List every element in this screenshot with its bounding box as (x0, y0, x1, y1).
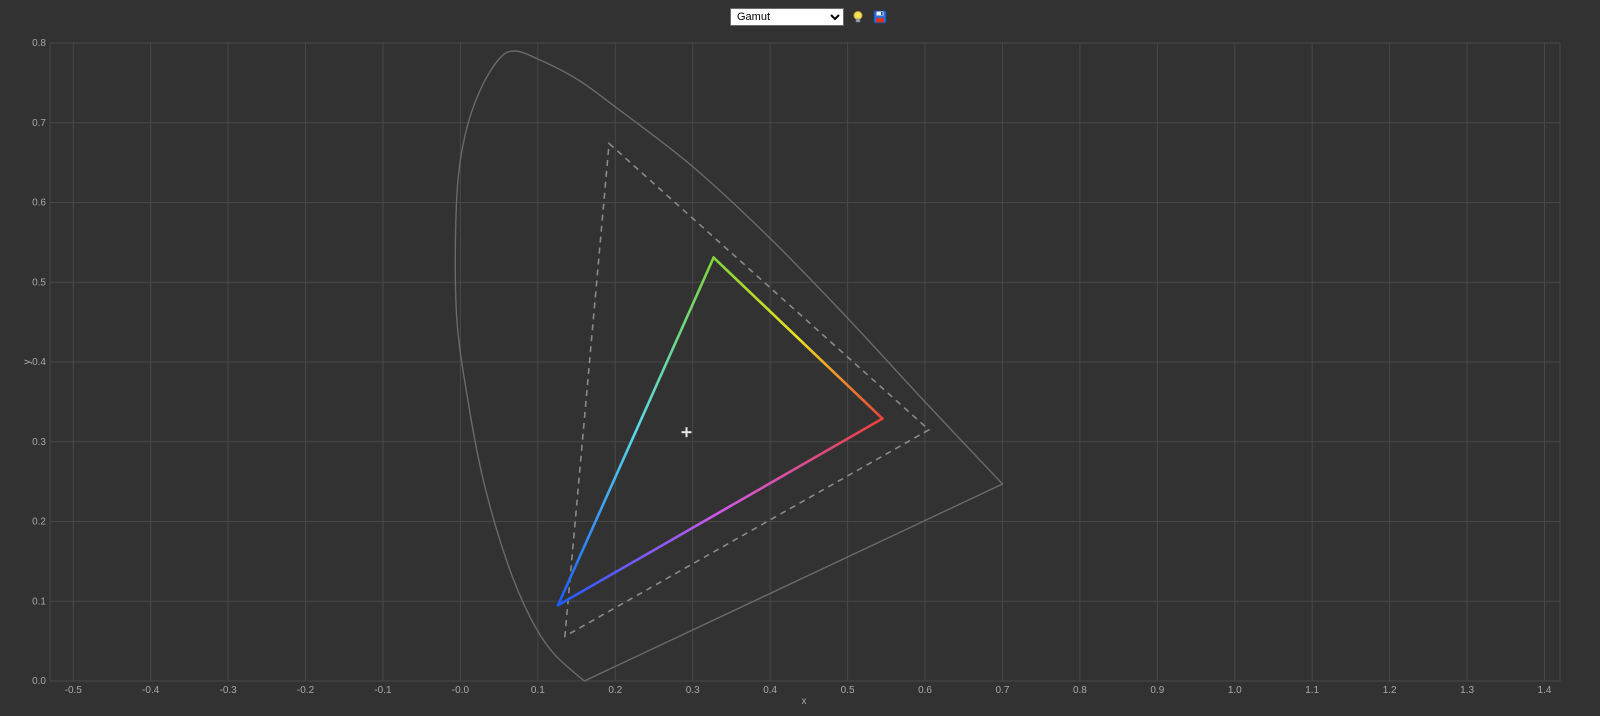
measured-gamut-triangle (556, 256, 884, 607)
x-tick-label: 1.0 (1228, 685, 1242, 696)
x-tick-label: 0.5 (841, 685, 855, 696)
x-tick-label: -0.1 (374, 685, 392, 696)
x-tick-label: -0.2 (297, 685, 315, 696)
axis-ticks: -0.5 -0.4 -0.3 -0.2 -0.1 -0.0 0.1 0.2 0.3 0.4 0.5 0… (32, 38, 1552, 696)
chromaticity-chart: -0.5 -0.4 -0.3 -0.2 -0.1 -0.0 0.1 0.2 0.3 0.4 0.5 0… (22, 38, 1561, 707)
x-tick-label: -0.5 (65, 685, 83, 696)
x-tick-label: 1.4 (1538, 685, 1552, 696)
x-tick-label: 1.1 (1305, 685, 1319, 696)
y-tick-label: 0.1 (32, 596, 46, 607)
x-tick-label: 0.7 (996, 685, 1010, 696)
x-tick-label: 0.9 (1150, 685, 1164, 696)
y-tick-label: 0.5 (32, 277, 46, 288)
y-tick-label: 0.3 (32, 437, 46, 448)
x-axis-title: x (802, 696, 807, 707)
y-axis-title: y (22, 360, 33, 365)
x-tick-label: 0.2 (608, 685, 622, 696)
grid (49, 42, 1561, 682)
blue-red-edge (556, 417, 884, 607)
red-green-edge (712, 256, 884, 420)
y-tick-label: 0.4 (32, 357, 46, 368)
y-tick-label: 0.2 (32, 517, 46, 528)
x-tick-label: -0.0 (452, 685, 470, 696)
white-point-marker (681, 427, 692, 438)
x-tick-label: 1.3 (1460, 685, 1474, 696)
x-tick-label: 0.3 (686, 685, 700, 696)
y-tick-label: 0.7 (32, 118, 46, 129)
x-tick-label: -0.4 (142, 685, 160, 696)
y-tick-label: 0.8 (32, 38, 46, 49)
x-tick-label: 0.1 (531, 685, 545, 696)
x-tick-label: 1.2 (1383, 685, 1397, 696)
y-tick-label: 0.0 (32, 676, 46, 687)
x-tick-label: 0.8 (1073, 685, 1087, 696)
x-tick-label: 0.6 (918, 685, 932, 696)
y-tick-label: 0.6 (32, 198, 46, 209)
x-tick-label: 0.4 (763, 685, 777, 696)
x-tick-label: -0.3 (219, 685, 237, 696)
reference-gamut-triangle (563, 141, 931, 638)
